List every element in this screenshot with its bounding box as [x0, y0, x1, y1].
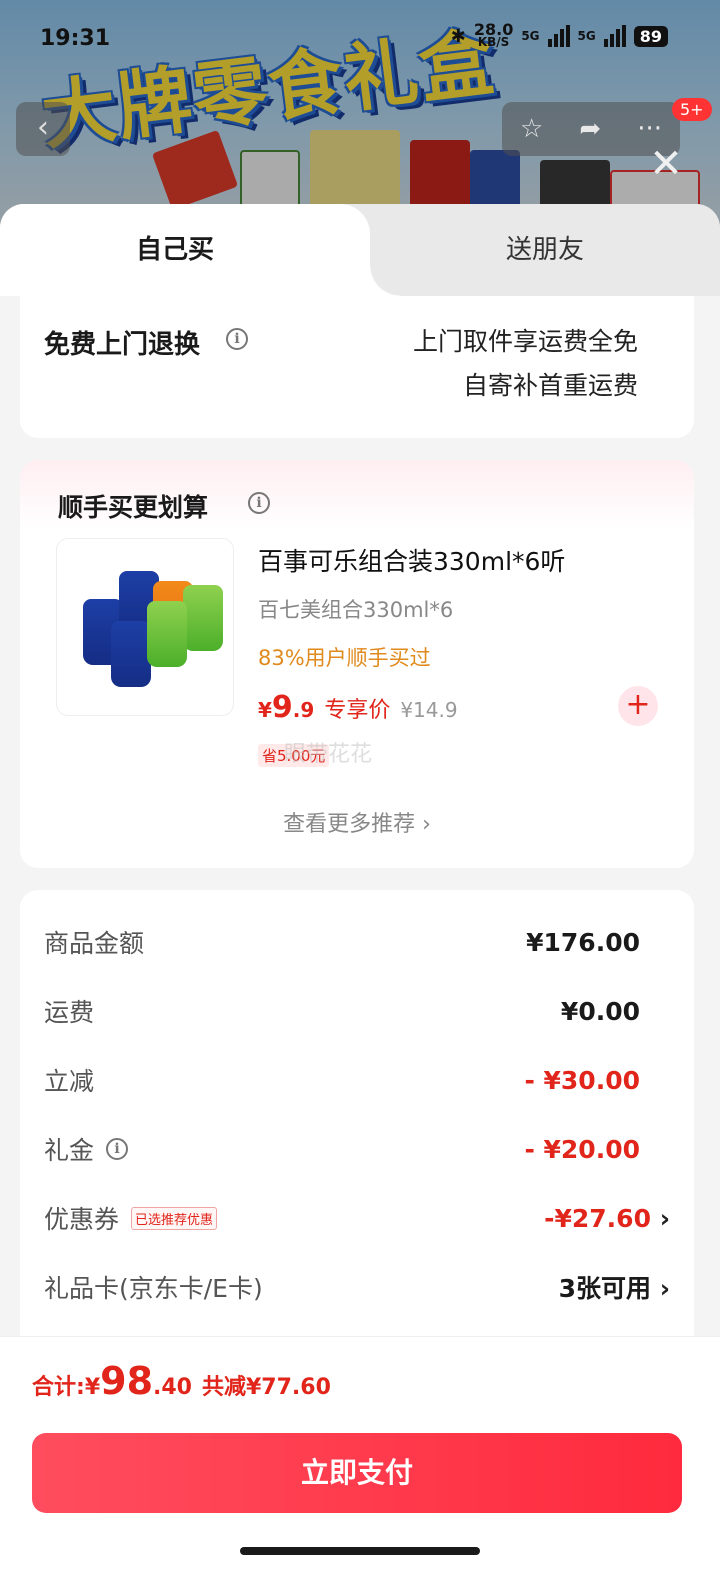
info-icon[interactable]: i [226, 328, 248, 350]
status-bar: 19:31 ✱ 28.0 KB/S 5G 5G 89 [0, 0, 720, 80]
signal-5g-label: 5G [521, 29, 540, 43]
close-icon[interactable]: ✕ [646, 144, 686, 184]
product-price: ¥9.9 [258, 690, 315, 725]
battery-icon: 89 [633, 25, 668, 47]
coupon-tag: 已选推荐优惠 [131, 1206, 218, 1230]
status-time: 19:31 [40, 26, 111, 51]
watermark: 眼带花花 [284, 742, 373, 767]
product-name[interactable]: 百事可乐组合装330ml*6听 [258, 542, 565, 578]
return-service-title: 免费上门退换 [44, 330, 201, 360]
return-service-card: 免费上门退换 i 上门取件享运费全免 自寄补首重运费 [20, 296, 694, 438]
signal-icon [603, 25, 626, 47]
purchase-tabs: 自己买 送朋友 [0, 204, 720, 296]
product-subtitle: 百七美组合330ml*6 [258, 598, 454, 622]
checkout-footer: 合计: ¥ 98 .40 共减¥77.60 立即支付 [0, 1336, 720, 1584]
tab-send-friend[interactable]: 送朋友 [370, 204, 720, 296]
cost-row-gift-money: 礼金 i - ¥20.00 [44, 1134, 640, 1166]
cost-summary-card: 商品金额 ¥176.00 运费 ¥0.00 立减 - ¥30.00 礼金 i - … [20, 890, 694, 1410]
bluetooth-icon: ✱ [450, 25, 466, 47]
cost-row-discount: 立减 - ¥30.00 [44, 1065, 640, 1097]
back-button[interactable]: ‹ [16, 102, 70, 156]
product-image[interactable] [56, 538, 234, 716]
more-recommend-link[interactable]: 查看更多推荐 › [20, 806, 694, 838]
order-total: 合计: ¥ 98 .40 共减¥77.60 [32, 1359, 331, 1403]
return-service-detail: 上门取件享运费全免 自寄补首重运费 [412, 327, 638, 400]
cost-row-goods: 商品金额 ¥176.00 [44, 927, 640, 959]
message-badge: 5+ [672, 98, 712, 121]
info-icon[interactable]: i [106, 1138, 129, 1160]
chevron-left-icon: ‹ [37, 110, 49, 145]
pay-now-button[interactable]: 立即支付 [32, 1433, 682, 1513]
star-icon[interactable]: ☆ [520, 114, 543, 144]
recommend-title: 顺手买更划算 [58, 493, 209, 522]
add-to-order-button[interactable]: + [618, 686, 658, 726]
more-icon[interactable]: ··· [637, 114, 662, 144]
share-icon[interactable]: ➦ [579, 114, 601, 144]
tab-buy-self[interactable]: 自己买 [0, 204, 400, 296]
product-purchase-stat: 83%用户顺手买过 [258, 646, 431, 670]
home-indicator [240, 1547, 480, 1555]
cost-row-shipping: 运费 ¥0.00 [44, 996, 640, 1028]
total-saved: 共减¥77.60 [202, 1375, 331, 1400]
info-icon[interactable]: i [248, 492, 270, 514]
signal-5g-label: 5G [577, 29, 596, 43]
price-tag: 专享价 [324, 698, 391, 723]
recommend-card: 顺手买更划算 i 百事可乐组合装330ml*6听 百七美组合330ml*6 83… [20, 460, 694, 868]
original-price: ¥14.9 [400, 698, 458, 722]
net-speed: 28.0 KB/S [473, 20, 514, 49]
signal-icon [547, 25, 570, 47]
product-price-row: ¥9.9 专享价 ¥14.9 [258, 690, 458, 725]
cost-row-gift-card[interactable]: 礼品卡(京东卡/E卡) 3张可用 [44, 1267, 670, 1307]
cost-row-coupon[interactable]: 优惠券 已选推荐优惠 -¥27.60 [44, 1198, 670, 1238]
